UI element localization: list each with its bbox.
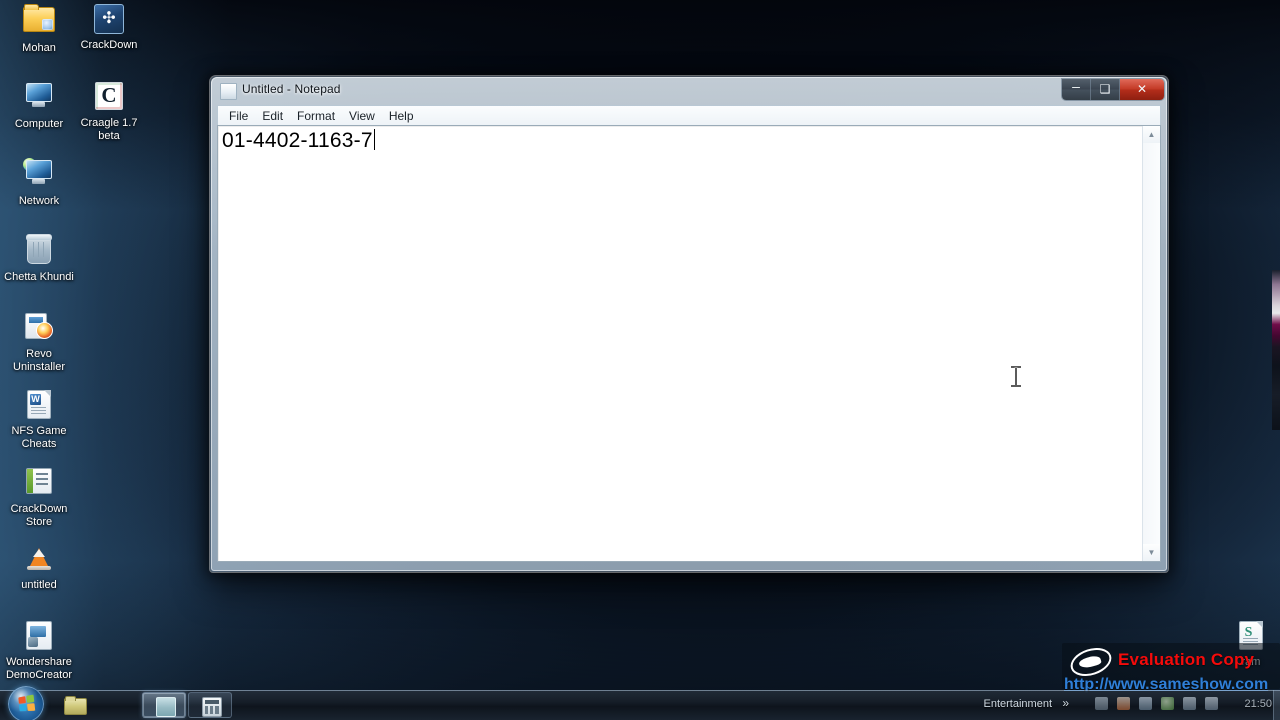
desktop-icon-nfs-game-cheats[interactable]: W NFS Game Cheats (4, 387, 74, 451)
checklist-document-icon (23, 468, 55, 500)
desktop-icon-label: untitled (21, 579, 57, 591)
vlc-quicklaunch[interactable] (106, 693, 132, 717)
explorer-quicklaunch[interactable] (62, 693, 88, 717)
desktop-icon-untitled[interactable]: untitled (4, 541, 74, 592)
window-title: Untitled - Notepad (242, 82, 341, 96)
recycle-bin-icon (23, 234, 55, 268)
desktop-icon-wondershare-democreator[interactable]: Wondershare DemoCreator (4, 618, 74, 682)
document-text: 01-4402-1163-7 (222, 129, 373, 152)
revo-uninstaller-icon (23, 313, 55, 345)
tray-icon-1[interactable] (1095, 697, 1108, 710)
desktop-icon-label: Mohan (22, 42, 56, 54)
tray-toolbar-label: Entertainment (983, 698, 1052, 710)
window-controls: – ❑ ✕ (1062, 79, 1164, 100)
desktop-icon-label: Wondershare DemoCreator (5, 656, 73, 681)
show-desktop-button[interactable] (1273, 690, 1280, 720)
menu-item-edit[interactable]: Edit (255, 107, 290, 125)
desktop-icon-crackdown[interactable]: ✣ CrackDown (74, 2, 144, 52)
desktop-icon-label: Network (18, 195, 60, 207)
minimize-icon: – (1072, 79, 1080, 94)
craagle-app-icon (93, 82, 125, 114)
desktop-icon-craagle[interactable]: Craagle 1.7 beta (74, 79, 144, 143)
notepad-frame: Untitled - Notepad – ❑ ✕ File Edit Forma (211, 77, 1167, 571)
desktop-icon-recycle-bin[interactable]: Chetta Khundi (4, 233, 74, 284)
video-edge-artifact (1272, 270, 1280, 430)
desktop-screen: Mohan ✣ CrackDown Computer Craagle 1.7 b… (0, 0, 1280, 720)
script-document-icon: S (1235, 621, 1267, 653)
computer-icon (23, 83, 55, 115)
notepad-icon (220, 83, 237, 100)
desktop-icon-label: CrackDown (80, 39, 138, 51)
desktop-icon-label: ram (1241, 656, 1261, 668)
start-button[interactable] (8, 686, 44, 720)
notepad-menu-bar: File Edit Format View Help (217, 105, 1161, 125)
desktop-icon-label: CrackDown Store (10, 503, 68, 528)
tray-icon-5[interactable] (1183, 697, 1196, 710)
notepad-title-bar[interactable]: Untitled - Notepad – ❑ ✕ (211, 77, 1167, 105)
clock[interactable]: 21:50 (1244, 698, 1272, 710)
menu-item-file[interactable]: File (222, 107, 255, 125)
notepad-text-area[interactable]: 01-4402-1163-7 ▲ ▼ (217, 125, 1161, 562)
desktop-icon-crackdown-store[interactable]: CrackDown Store (4, 464, 74, 529)
windows-logo-icon (18, 694, 36, 712)
maximize-icon: ❑ (1099, 82, 1111, 96)
text-caret (373, 129, 375, 150)
vertical-scrollbar[interactable]: ▲ ▼ (1142, 126, 1160, 561)
desktop-icon-ram[interactable]: S ram (1216, 618, 1280, 669)
taskbar-calculator[interactable] (188, 692, 232, 718)
menu-item-format[interactable]: Format (290, 107, 342, 125)
taskbar-notepad[interactable] (142, 692, 186, 718)
desktop-icon-network[interactable]: Network (4, 156, 74, 208)
tray-overflow-chevron-icon[interactable]: » (1062, 696, 1069, 710)
close-icon: ✕ (1136, 82, 1148, 96)
network-icon (23, 158, 55, 192)
calculator-icon (202, 697, 222, 717)
system-tray (1095, 697, 1218, 710)
taskbar: Entertainment » 21:50 (0, 686, 1280, 720)
document-text-line: 01-4402-1163-7 (222, 128, 1140, 154)
tray-icon-3[interactable] (1139, 697, 1152, 710)
desktop-icon-label: Computer (14, 118, 64, 130)
folder-icon (64, 696, 87, 715)
mouse-cursor-ibeam (1011, 366, 1021, 387)
folder-icon (23, 4, 55, 39)
desktop-icon-computer[interactable]: Computer (4, 79, 74, 131)
desktop-icon-mohan[interactable]: Mohan (4, 2, 74, 55)
desktop-icon-label: Revo Uninstaller (13, 348, 65, 373)
tray-icon-volume[interactable] (1205, 697, 1218, 710)
desktop-icon-label: Chetta Khundi (4, 271, 74, 283)
wondershare-icon (23, 621, 55, 653)
vlc-media-icon (23, 544, 55, 576)
notepad-window[interactable]: Untitled - Notepad – ❑ ✕ File Edit Forma (210, 76, 1168, 572)
scroll-down-icon[interactable]: ▼ (1143, 544, 1160, 561)
menu-item-help[interactable]: Help (382, 107, 421, 125)
crackdown-app-icon: ✣ (93, 4, 125, 36)
maximize-button[interactable]: ❑ (1091, 79, 1120, 100)
scroll-up-icon[interactable]: ▲ (1143, 126, 1160, 143)
tray-icon-4[interactable] (1161, 697, 1174, 710)
tray-icon-2[interactable] (1117, 697, 1130, 710)
desktop-icon-label: NFS Game Cheats (11, 425, 67, 450)
word-document-icon: W (23, 390, 55, 422)
close-button[interactable]: ✕ (1120, 79, 1164, 100)
notepad-icon (156, 697, 176, 717)
desktop-icon-revo-uninstaller[interactable]: Revo Uninstaller (4, 310, 74, 374)
minimize-button[interactable]: – (1062, 79, 1091, 100)
desktop-icon-label: Craagle 1.7 beta (80, 117, 138, 142)
menu-item-view[interactable]: View (342, 107, 382, 125)
